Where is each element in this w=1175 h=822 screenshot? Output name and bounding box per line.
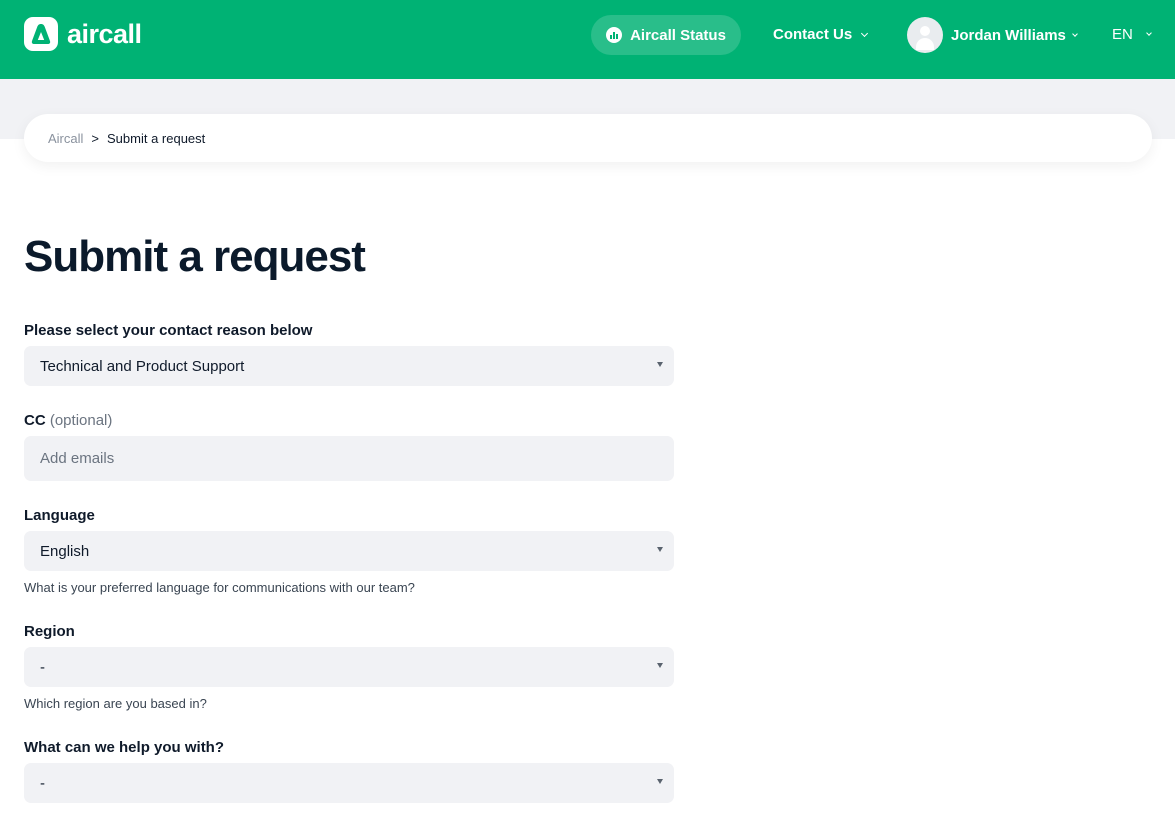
contact-us-dropdown[interactable]: Contact Us <box>773 26 869 43</box>
breadcrumb-root-link[interactable]: Aircall <box>48 131 83 146</box>
aircall-status-button[interactable]: Aircall Status <box>591 15 741 55</box>
caret-down-icon <box>657 663 663 668</box>
breadcrumb-current: Submit a request <box>107 130 206 146</box>
caret-down-icon <box>657 779 663 784</box>
chevron-down-icon <box>861 29 869 37</box>
caret-down-icon <box>657 547 663 552</box>
status-chart-icon <box>606 27 623 43</box>
aircall-logo[interactable]: aircall <box>24 17 142 51</box>
cc-label: CC (optional) <box>24 412 112 429</box>
cc-optional-text: (optional) <box>49 412 113 429</box>
breadcrumb: Aircall > Submit a request <box>24 114 1152 162</box>
help-with-value: - <box>40 774 45 792</box>
user-name: Jordan Williams <box>951 26 1066 44</box>
chevron-down-icon <box>1146 30 1152 36</box>
language-selector[interactable]: EN <box>1112 26 1152 43</box>
region-select[interactable]: - <box>24 647 674 687</box>
contact-us-label: Contact Us <box>773 26 853 43</box>
user-menu[interactable]: Jordan Williams <box>907 17 1078 53</box>
help-with-select[interactable]: - <box>24 763 674 803</box>
language-hint: What is your preferred language for comm… <box>24 580 415 595</box>
page-title: Submit a request <box>24 232 366 281</box>
top-header: aircall Aircall Status Contact Us Jordan… <box>0 0 1175 79</box>
contact-reason-select[interactable]: Technical and Product Support <box>24 346 674 386</box>
avatar <box>907 17 943 53</box>
region-hint: Which region are you based in? <box>24 696 207 711</box>
cc-email-input[interactable] <box>24 436 674 481</box>
contact-reason-label: Please select your contact reason below <box>24 322 313 339</box>
chevron-down-icon <box>1072 30 1078 37</box>
help-with-label: What can we help you with? <box>24 739 225 756</box>
region-label: Region <box>24 623 75 640</box>
logo-text: aircall <box>67 18 142 49</box>
aircall-logo-icon <box>24 17 58 51</box>
region-value: - <box>40 658 45 676</box>
status-label: Aircall Status <box>630 26 726 44</box>
contact-reason-value: Technical and Product Support <box>40 357 245 375</box>
language-value: English <box>40 542 90 560</box>
language-label: Language <box>24 507 95 524</box>
breadcrumb-separator: > <box>91 130 99 146</box>
language-select[interactable]: English <box>24 531 674 571</box>
language-code: EN <box>1112 26 1133 43</box>
caret-down-icon <box>657 362 663 367</box>
cc-label-text: CC <box>24 412 46 429</box>
